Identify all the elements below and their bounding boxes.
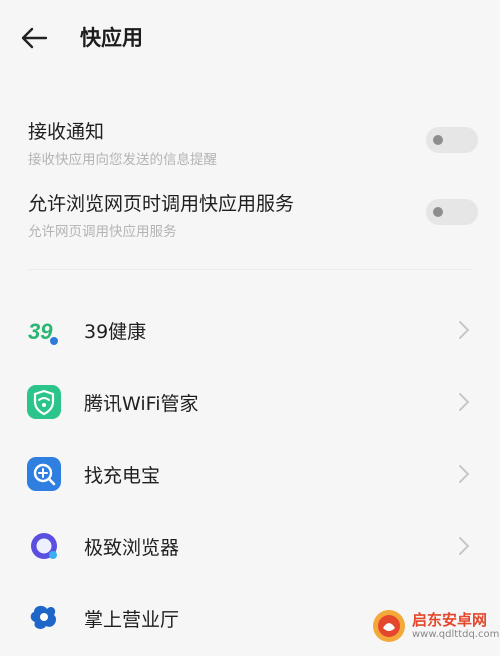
setting-description: 允许网页调用快应用服务 — [28, 224, 177, 240]
site-watermark: 启东安卓网 www.qdlttdq.com — [372, 605, 500, 647]
setting-receive-notifications: 接收通知 接收快应用向您发送的信息提醒 — [28, 117, 478, 168]
web-invoke-toggle[interactable] — [426, 199, 478, 225]
app-label: 极致浏览器 — [84, 537, 180, 559]
toggle-knob — [433, 135, 443, 145]
arrow-left-icon — [21, 27, 48, 49]
svg-text:39: 39 — [28, 319, 53, 344]
watermark-url: www.qdlttdq.com — [412, 628, 500, 640]
app-label: 掌上营业厅 — [84, 609, 180, 631]
section-divider — [28, 269, 472, 270]
chevron-right-icon — [459, 321, 470, 339]
watermark-title: 启东安卓网 — [412, 611, 488, 630]
app-label: 找充电宝 — [84, 465, 161, 487]
setting-label: 接收通知 — [28, 121, 105, 143]
browser-icon — [31, 533, 57, 559]
app-row-tencent-wifi[interactable]: 腾讯WiFi管家 — [0, 368, 500, 440]
app-row-39health[interactable]: 39 39健康 — [0, 296, 500, 368]
powerbank-search-icon — [27, 457, 61, 491]
watermark-text: 启东安卓网 www.qdlttdq.com — [412, 612, 499, 640]
app-row-extreme-browser[interactable]: 极致浏览器 — [0, 512, 500, 584]
notifications-toggle[interactable] — [426, 127, 478, 153]
setting-description: 接收快应用向您发送的信息提醒 — [28, 152, 217, 168]
setting-allow-web-invoke: 允许浏览网页时调用快应用服务 允许网页调用快应用服务 — [28, 189, 478, 240]
wifi-shield-icon — [27, 385, 61, 419]
toggle-knob — [433, 207, 443, 217]
setting-label: 允许浏览网页时调用快应用服务 — [28, 193, 295, 215]
39health-icon: 39 — [28, 319, 58, 345]
app-label: 腾讯WiFi管家 — [84, 393, 199, 415]
chevron-right-icon — [459, 537, 470, 555]
page-title: 快应用 — [80, 26, 143, 50]
chevron-right-icon — [459, 393, 470, 411]
app-label: 39健康 — [84, 321, 147, 343]
chevron-right-icon — [459, 465, 470, 483]
app-row-find-powerbank[interactable]: 找充电宝 — [0, 440, 500, 512]
app-header: 快应用 — [0, 0, 500, 72]
back-button[interactable] — [18, 24, 50, 52]
watermark-logo-icon — [373, 610, 405, 642]
telecom-icon — [30, 605, 57, 629]
